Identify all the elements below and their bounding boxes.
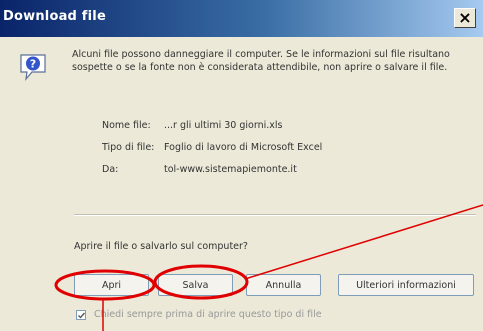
file-name-label: Nome file:: [102, 120, 151, 131]
always-ask-label: Chiedi sempre prima di aprire questo tip…: [94, 309, 322, 320]
save-button[interactable]: Salva: [158, 274, 233, 296]
file-name-value: ...r gli ultimi 30 giorni.xls: [164, 120, 283, 131]
file-type-value: Foglio di lavoro di Microsoft Excel: [164, 142, 323, 153]
separator: [74, 214, 476, 216]
svg-text:?: ?: [30, 58, 36, 71]
checkmark-icon: [78, 312, 86, 319]
warning-text: Alcuni file possono danneggiare il compu…: [72, 49, 450, 73]
more-info-button[interactable]: Ulteriori informazioni: [338, 274, 474, 296]
file-source-value: tol-www.sistemapiemonte.it: [164, 164, 297, 175]
close-button[interactable]: ×: [454, 8, 476, 28]
file-type-label: Tipo di file:: [102, 142, 155, 153]
question-icon: ?: [20, 54, 46, 81]
cancel-button[interactable]: Annulla: [246, 274, 321, 296]
dialog-body: ? Alcuni file possono danneggiare il com…: [0, 37, 483, 331]
title-bar: Download file ×: [0, 0, 483, 37]
always-ask-checkbox[interactable]: [76, 310, 86, 320]
open-or-save-question: Aprire il file o salvarlo sul computer?: [74, 241, 248, 252]
file-source-label: Da:: [102, 164, 119, 175]
close-icon: ×: [458, 8, 472, 27]
window-title: Download file: [3, 9, 106, 24]
open-button[interactable]: Apri: [74, 274, 149, 296]
